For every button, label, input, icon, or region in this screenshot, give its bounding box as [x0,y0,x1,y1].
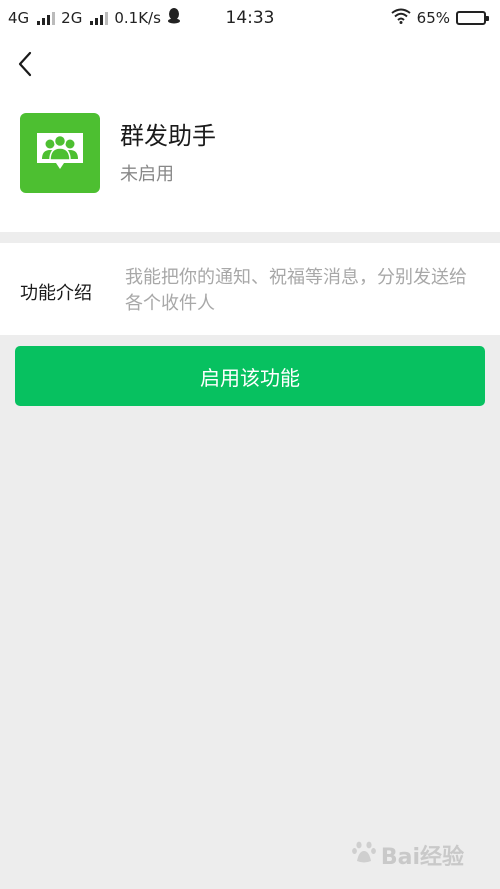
feature-intro-label: 功能介绍 [20,283,92,304]
network-speed: 0.1K/s [114,9,161,27]
app-status: 未启用 [120,164,174,185]
chevron-left-icon [18,51,32,77]
wifi-icon [391,8,411,28]
qq-icon [167,8,181,28]
feature-intro-row: 功能介绍 我能把你的通知、祝福等消息，分别发送给各个收件人 [0,243,500,335]
network-2g-label: 2G [61,9,83,27]
feature-intro-text: 我能把你的通知、祝福等消息，分别发送给各个收件人 [125,267,467,314]
signal-icon [37,11,56,25]
app-title: 群发助手 [120,122,216,150]
status-right: 65% [391,8,489,28]
group-message-app-icon [20,113,100,193]
paw-icon [351,839,377,871]
baidu-watermark: Bai经验 [351,839,464,871]
group-chat-icon [37,133,83,169]
battery-icon [456,11,489,25]
network-4g-label: 4G [8,9,30,27]
status-left: 4G 2G 0.1K/s [8,8,181,28]
enable-feature-button[interactable]: 启用该功能 [15,346,485,406]
watermark-text: Bai经验 [380,845,464,870]
app-header: 群发助手 未启用 [0,36,500,232]
signal-icon-2 [90,11,109,25]
battery-percent: 65% [416,9,450,27]
status-bar: 4G 2G 0.1K/s 14:33 65% [0,0,500,36]
back-button[interactable] [10,48,40,80]
